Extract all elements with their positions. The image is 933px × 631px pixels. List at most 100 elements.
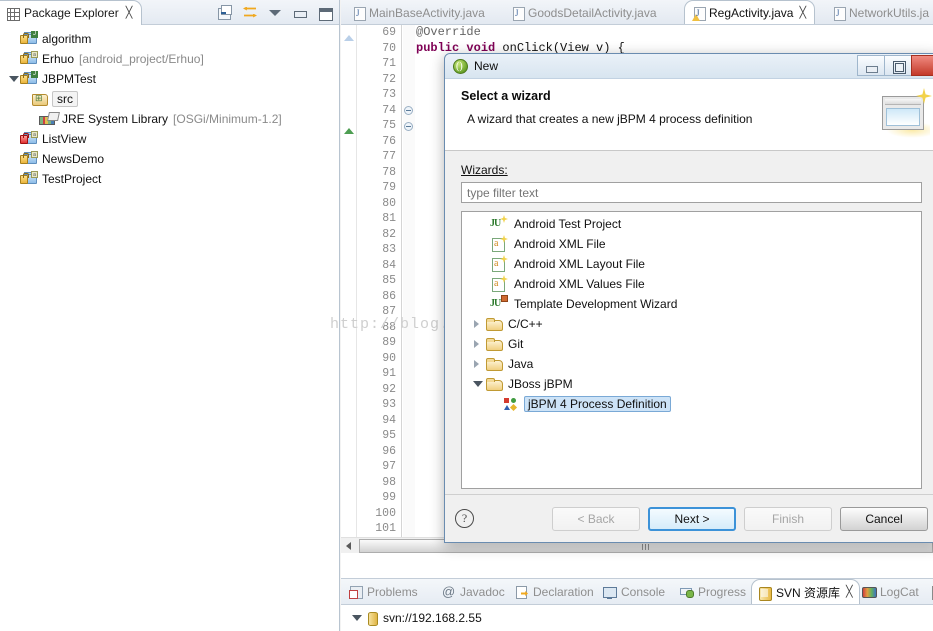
logcat-icon [862,585,877,599]
link-with-editor-icon[interactable] [242,5,258,21]
expand-arrow-icon[interactable] [6,31,20,47]
close-icon[interactable]: ╳ [846,587,853,598]
tab-problems[interactable]: Problems [343,579,424,604]
line-number: 101 [375,522,396,535]
dialog-window-controls [857,54,933,79]
maximize-icon[interactable] [317,5,333,21]
tab-svn-repository[interactable]: SVN 资源库 ╳ [751,579,860,604]
expand-arrow-icon[interactable] [470,316,484,332]
expand-arrow-icon[interactable] [6,51,20,67]
expand-arrow-icon[interactable] [6,151,20,167]
scroll-left-icon[interactable] [341,537,357,553]
close-icon[interactable]: ╳ [126,7,133,19]
back-button[interactable]: < Back [552,506,640,531]
tree-item-listview[interactable]: a ListView [0,129,339,149]
expand-arrow-icon[interactable] [24,111,38,127]
tree-item-label: ListView [42,132,87,146]
tree-item-src[interactable]: src [0,89,339,109]
android-project-icon: a [20,51,38,67]
tab-goodsdetailactivity[interactable]: GoodsDetailActivity.java [504,0,665,24]
wizard-item-android-test-project[interactable]: Android Test Project [462,214,921,234]
wizard-item-android-xml-file[interactable]: Android XML File [462,234,921,254]
line-number: 96 [382,444,396,458]
wizard-category-c-cpp[interactable]: C/C++ [462,314,921,334]
wizard-item-android-xml-layout-file[interactable]: Android XML Layout File [462,254,921,274]
wizards-label-text: Wizards: [461,163,508,177]
tab-package-explorer[interactable]: Package Explorer ╳ [0,0,143,25]
tab-javadoc[interactable]: Javadoc [436,579,511,604]
finish-button[interactable]: Finish [744,506,832,531]
declaration-icon [515,585,529,599]
wizard-category-git[interactable]: Git [462,334,921,354]
wizard-item-label: Android XML File [514,237,606,251]
tab-overflow[interactable] [924,579,933,604]
line-number: 99 [382,491,396,504]
tab-progress[interactable]: Progress [674,579,752,604]
minimize-icon[interactable] [292,5,308,21]
tree-item-testproject[interactable]: a TestProject [0,169,339,189]
tab-console[interactable]: Console [597,579,671,604]
bottom-tabstrip: Problems Javadoc Declaration Console Pro… [341,579,933,605]
fold-collapse-icon[interactable] [404,106,413,115]
tree-item-erhuo[interactable]: a Erhuo [android_project/Erhuo] [0,49,339,69]
wizard-item-jbpm-4-process-definition[interactable]: jBPM 4 Process Definition [462,394,921,414]
collapse-arrow-icon[interactable] [470,376,484,392]
help-button[interactable]: ? [455,509,474,528]
wizard-item-template-development-wizard[interactable]: Template Development Wizard [462,294,921,314]
line-number: 73 [382,88,396,101]
next-button[interactable]: Next > [648,506,736,531]
annotation-marker-collapsed-icon [344,35,354,41]
cancel-button[interactable]: Cancel [840,506,928,531]
svn-root-label: svn://192.168.2.55 [383,611,482,625]
collapse-all-icon[interactable] [217,4,233,21]
expand-arrow-icon[interactable] [470,356,484,372]
tree-item-label: algorithm [42,32,92,46]
filter-input[interactable] [461,182,922,203]
dialog-title: New [474,59,499,73]
wizard-category-label: JBoss jBPM [508,377,573,391]
folding-ruler[interactable] [403,25,415,553]
editor-tab-label: NetworkUtils.ja [849,5,930,20]
package-explorer-icon [6,7,20,21]
wizard-item-android-xml-values-file[interactable]: Android XML Values File [462,274,921,294]
jbpm-process-icon [502,396,520,412]
tab-package-explorer-label: Package Explorer [24,6,119,20]
collapse-arrow-icon[interactable] [349,610,362,626]
dialog-restore-button[interactable] [884,55,911,76]
dialog-minimize-button[interactable] [857,55,884,76]
android-xml-icon [490,275,508,292]
dialog-close-button[interactable] [911,55,933,76]
line-number: 79 [382,181,396,194]
tab-mainbaseactivity[interactable]: MainBaseActivity.java [345,0,493,24]
tab-networkutils[interactable]: NetworkUtils.ja [825,0,933,24]
expand-arrow-icon[interactable] [6,171,20,187]
tab-logcat[interactable]: LogCat [856,579,925,604]
fold-collapse-icon[interactable] [404,122,413,131]
tree-item-algorithm[interactable]: J algorithm [0,29,339,49]
package-explorer-tabstrip: Package Explorer ╳ [0,0,339,25]
bottom-tab-label: Problems [367,585,418,599]
expand-arrow-icon[interactable] [470,336,484,352]
wizard-category-java[interactable]: Java [462,354,921,374]
tree-item-jbpmtest[interactable]: J JBPMTest [0,69,339,89]
dialog-body: Wizards: Android Test Project Android XM… [445,151,933,542]
expand-arrow-icon[interactable] [6,131,20,147]
dialog-titlebar[interactable]: New [445,54,933,79]
editor-tab-label: GoodsDetailActivity.java [528,5,657,20]
line-number: 85 [382,274,396,287]
tab-regactivity[interactable]: RegActivity.java ╳ [684,0,816,24]
view-menu-icon[interactable] [267,5,283,21]
code-line: @Override [416,25,933,41]
tab-declaration[interactable]: Declaration [509,579,600,604]
annotation-ruler[interactable] [341,25,357,553]
tree-item-newsdemo[interactable]: a NewsDemo [0,149,339,169]
line-number: 74 [382,103,396,117]
collapse-arrow-icon[interactable] [6,71,20,87]
line-number: 100 [375,506,396,520]
folder-icon [484,356,503,372]
close-icon[interactable]: ╳ [799,7,806,19]
wizard-category-jboss-jbpm[interactable]: JBoss jBPM [462,374,921,394]
wizard-tree[interactable]: Android Test Project Android XML File An… [461,211,922,489]
console-icon [603,585,617,599]
tree-item-jre-system-library[interactable]: JRE System Library [OSGi/Minimum-1.2] [0,109,339,129]
